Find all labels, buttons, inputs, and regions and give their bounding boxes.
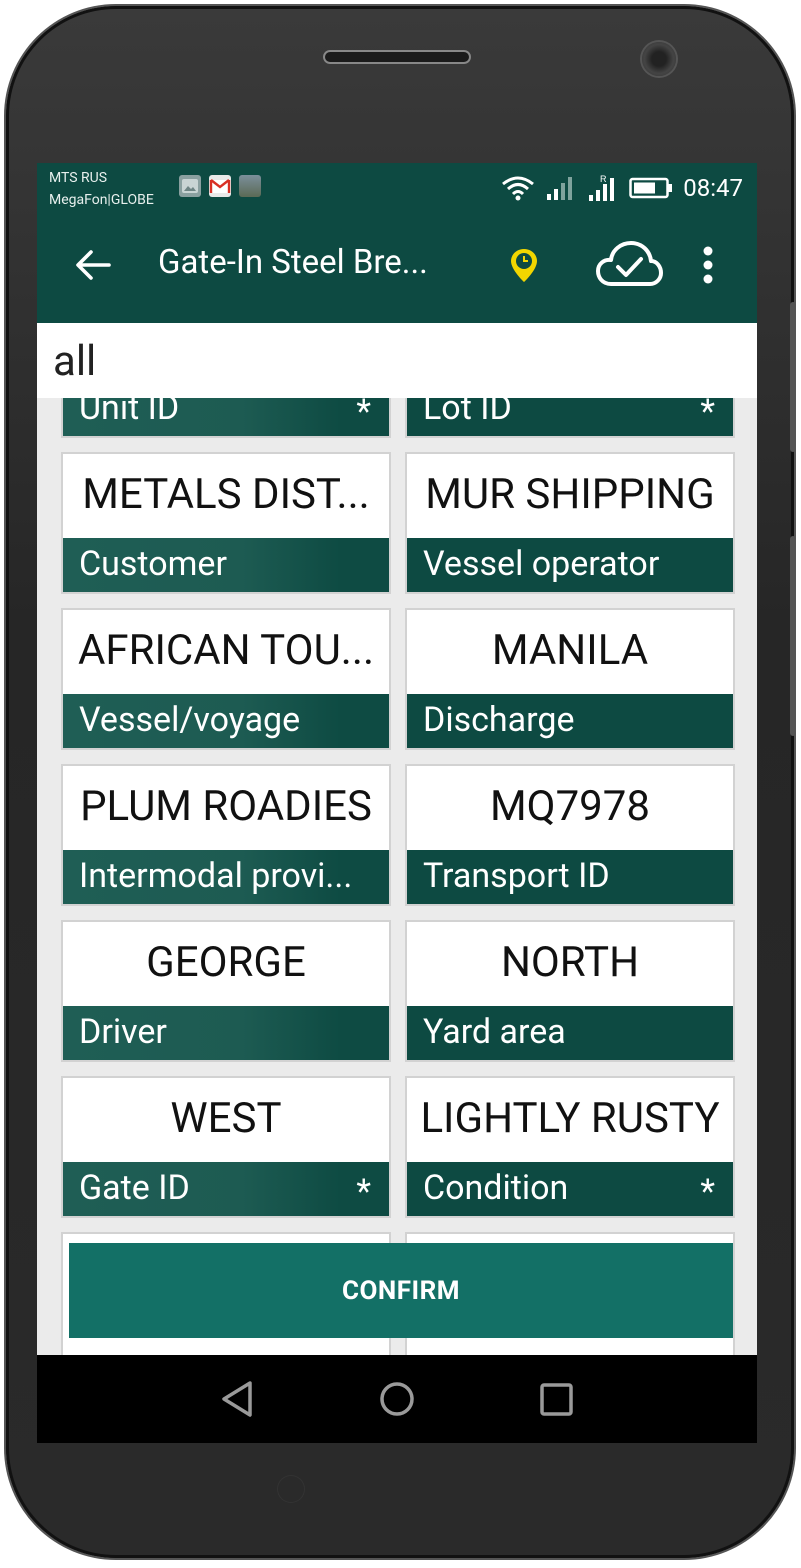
svg-text:R: R (600, 174, 607, 184)
phone-bottom-sensor (278, 1476, 304, 1502)
front-camera (642, 42, 676, 76)
app-bar: Gate-In Steel Bre... (37, 215, 757, 323)
tile-unit-id[interactable]: Unit ID * (63, 398, 389, 436)
tile-intermodal-provider[interactable]: PLUM ROADIES Intermodal provi... (63, 766, 389, 904)
tile-label-bar: Discharge (407, 694, 733, 748)
tile-vessel-voyage[interactable]: AFRICAN TOU... Vessel/voyage (63, 610, 389, 748)
gmail-icon (209, 175, 231, 197)
tile-label-bar: Unit ID * (63, 398, 389, 436)
tile-label: Customer (79, 544, 227, 584)
tile-label: Gate ID (79, 1168, 190, 1208)
tile-gate-id[interactable]: WEST Gate ID * (63, 1078, 389, 1216)
notification-icons (179, 175, 261, 197)
tile-label: Intermodal provi... (79, 856, 353, 896)
back-arrow-icon[interactable] (75, 249, 111, 281)
tile-label-bar: Driver (63, 1006, 389, 1060)
tile-yard-area[interactable]: NORTH Yard area (407, 922, 733, 1060)
required-marker: * (356, 398, 371, 432)
tile-label-bar: Condition * (407, 1162, 733, 1216)
power-button (790, 536, 796, 736)
tile-value: LIGHTLY RUSTY (420, 1093, 720, 1143)
tile-value: PLUM ROADIES (80, 781, 372, 831)
carrier-1: MTS RUS (49, 170, 108, 186)
status-bar: MTS RUS MegaFon|GLOBE R 08:47 (37, 163, 757, 215)
tile-label-bar: Vessel operator (407, 538, 733, 592)
tile-value: MQ7978 (490, 781, 650, 831)
nav-home-icon[interactable] (378, 1380, 416, 1418)
carrier-2: MegaFon|GLOBE (49, 192, 154, 208)
system-status: R 08:47 (501, 173, 743, 203)
tile-value: AFRICAN TOU... (77, 625, 375, 675)
tile-value: MANILA (491, 625, 649, 675)
tile-condition[interactable]: LIGHTLY RUSTY Condition * (407, 1078, 733, 1216)
tile-label: Condition (423, 1168, 569, 1208)
screen: MTS RUS MegaFon|GLOBE R 08:47 Gate-In St… (37, 163, 757, 1443)
tile-value: WEST (170, 1093, 282, 1143)
tile-label: Yard area (423, 1012, 566, 1052)
photo-icon (239, 175, 261, 197)
location-pin-icon[interactable] (509, 247, 539, 285)
signal-icon-2: R (589, 174, 615, 201)
confirm-button[interactable]: CONFIRM (69, 1243, 733, 1338)
tile-discharge[interactable]: MANILA Discharge (407, 610, 733, 748)
tile-lot-id[interactable]: Lot ID * (407, 398, 733, 436)
wifi-icon (502, 176, 535, 201)
tile-label-bar: Yard area (407, 1006, 733, 1060)
cloud-sync-icon[interactable] (595, 239, 663, 289)
tile-label: Discharge (423, 700, 575, 740)
battery-icon (629, 177, 673, 199)
tile-label: Vessel operator (423, 544, 660, 584)
tile-label-bar: Transport ID (407, 850, 733, 904)
tile-vessel-operator[interactable]: MUR SHIPPING Vessel operator (407, 454, 733, 592)
carrier-info: MTS RUS MegaFon|GLOBE (49, 167, 154, 211)
more-options-icon[interactable] (701, 245, 715, 285)
tile-label-bar: Vessel/voyage (63, 694, 389, 748)
volume-button (790, 302, 796, 452)
tile-label: Unit ID (79, 398, 180, 428)
nav-back-icon[interactable] (219, 1379, 255, 1419)
filter-value[interactable]: all (53, 337, 96, 386)
required-marker: * (700, 1172, 715, 1212)
nav-recents-icon[interactable] (539, 1382, 575, 1418)
tile-customer[interactable]: METALS DIST... Customer (63, 454, 389, 592)
tile-label-bar: Intermodal provi... (63, 850, 389, 904)
tile-transport-id[interactable]: MQ7978 Transport ID (407, 766, 733, 904)
tile-label-bar: Customer (63, 538, 389, 592)
page-title: Gate-In Steel Bre... (158, 243, 428, 282)
earpiece-speaker (323, 50, 471, 64)
image-icon (179, 175, 201, 197)
tile-label: Vessel/voyage (79, 700, 301, 740)
clock: 08:47 (683, 174, 743, 202)
filter-bar[interactable]: all (37, 323, 757, 398)
tile-label-bar: Lot ID * (407, 398, 733, 436)
required-marker: * (356, 1172, 371, 1212)
tile-value: MUR SHIPPING (425, 469, 715, 519)
tile-label-bar: Gate ID * (63, 1162, 389, 1216)
system-nav-bar (37, 1355, 757, 1443)
tile-value: GEORGE (146, 937, 306, 987)
required-marker: * (700, 398, 715, 432)
tile-value: METALS DIST... (82, 469, 370, 519)
tile-label: Lot ID (423, 398, 512, 428)
tile-value: NORTH (500, 937, 640, 987)
tile-label: Driver (79, 1012, 167, 1052)
tile-driver[interactable]: GEORGE Driver (63, 922, 389, 1060)
signal-icon-1 (547, 177, 573, 200)
tile-label: Transport ID (423, 856, 610, 896)
